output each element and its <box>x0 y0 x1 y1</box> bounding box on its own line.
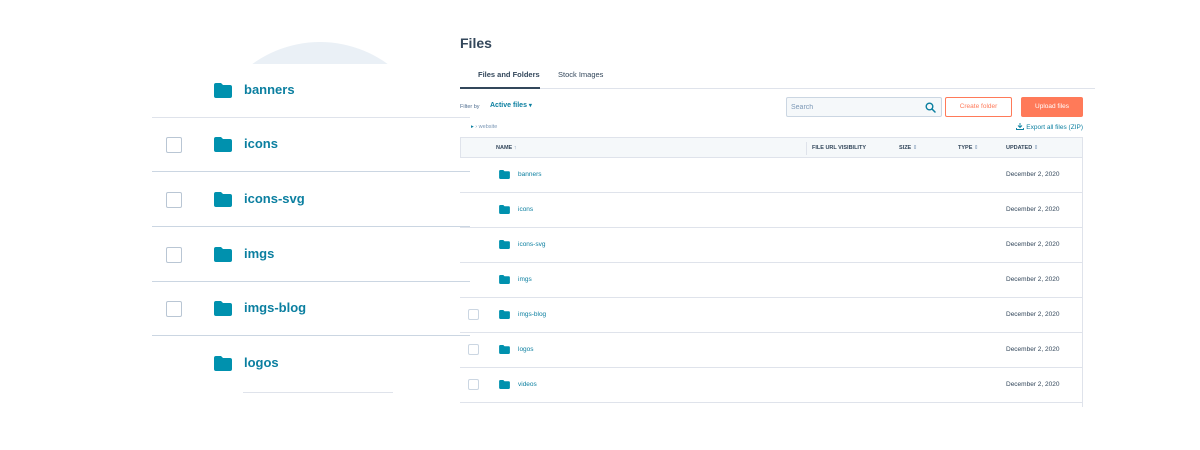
zoom-row[interactable]: logos <box>152 337 470 391</box>
updated-date: December 2, 2020 <box>1006 346 1060 353</box>
updated-date: December 2, 2020 <box>1006 241 1060 248</box>
table-row[interactable]: banners December 2, 2020 <box>460 158 1083 193</box>
folder-icon <box>499 310 510 319</box>
table-border <box>1082 137 1083 407</box>
folder-icon <box>499 170 510 179</box>
filter-label: Filter by <box>460 104 480 110</box>
tab-files-and-folders[interactable]: Files and Folders <box>478 70 540 79</box>
table-row[interactable]: icons December 2, 2020 <box>460 193 1083 228</box>
row-checkbox[interactable] <box>166 301 182 317</box>
updated-date: December 2, 2020 <box>1006 381 1060 388</box>
row-checkbox[interactable] <box>468 379 479 390</box>
caret-down-icon: ▾ <box>528 103 532 109</box>
filter-dropdown[interactable]: Active files ▾ <box>490 102 532 109</box>
search-input[interactable] <box>791 101 919 114</box>
sort-icon: ⇕ <box>973 145 979 151</box>
sort-icon: ⇕ <box>912 145 918 151</box>
breadcrumb-separator: › <box>475 124 478 130</box>
file-manager: Files Files and Folders Stock Images Fil… <box>455 0 1200 450</box>
row-checkbox[interactable] <box>166 137 182 153</box>
breadcrumb-current: website <box>478 124 498 130</box>
active-tab-indicator <box>460 87 540 89</box>
row-checkbox[interactable] <box>166 192 182 208</box>
table-header: NAME ↑ FILE URL VISIBILITY SIZE ⇕ TYPE ⇕… <box>460 137 1083 158</box>
folder-name-link[interactable]: banners <box>518 171 542 178</box>
download-icon <box>1016 123 1025 130</box>
folder-icon <box>499 380 510 389</box>
table-row[interactable]: videos December 2, 2020 <box>460 368 1083 403</box>
create-folder-button[interactable]: Create folder <box>945 97 1012 117</box>
zoom-row[interactable]: icons-svg <box>152 173 470 227</box>
folder-icon <box>214 137 232 152</box>
table-row[interactable]: icons-svg December 2, 2020 <box>460 228 1083 263</box>
folder-icon <box>214 192 232 207</box>
column-divider <box>806 142 807 155</box>
row-checkbox[interactable] <box>468 344 479 355</box>
zoom-folder-name[interactable]: icons-svg <box>244 191 305 206</box>
table-row[interactable]: logos December 2, 2020 <box>460 333 1083 368</box>
folder-icon <box>214 356 232 371</box>
sort-icon: ⇕ <box>1033 145 1039 151</box>
folder-icon <box>499 345 510 354</box>
sort-asc-icon: ↑ <box>513 145 517 151</box>
folder-icon <box>214 247 232 262</box>
zoom-folder-name[interactable]: imgs-blog <box>244 300 306 315</box>
folder-icon <box>214 301 232 316</box>
folder-name-link[interactable]: imgs-blog <box>518 311 546 318</box>
column-header-visibility[interactable]: FILE URL VISIBILITY <box>812 145 866 151</box>
breadcrumb: ▸ › website <box>471 124 497 130</box>
folder-icon <box>499 205 510 214</box>
table-row[interactable]: imgs December 2, 2020 <box>460 263 1083 298</box>
zoom-row[interactable]: icons <box>152 118 470 172</box>
zoom-row[interactable]: imgs <box>152 228 470 282</box>
updated-date: December 2, 2020 <box>1006 311 1060 318</box>
files-table: NAME ↑ FILE URL VISIBILITY SIZE ⇕ TYPE ⇕… <box>460 137 1083 403</box>
column-header-size[interactable]: SIZE ⇕ <box>899 145 917 151</box>
zoom-folder-name[interactable]: banners <box>244 82 295 97</box>
folder-name-link[interactable]: logos <box>518 346 534 353</box>
zoom-divider <box>243 392 393 393</box>
updated-date: December 2, 2020 <box>1006 171 1060 178</box>
zoom-folder-name[interactable]: icons <box>244 136 278 151</box>
zoom-row[interactable]: imgs-blog <box>152 282 470 336</box>
folder-name-link[interactable]: icons <box>518 206 533 213</box>
tab-bar: Files and Folders Stock Images <box>460 62 1095 89</box>
zoom-folder-name[interactable]: imgs <box>244 246 274 261</box>
breadcrumb-home-icon[interactable]: ▸ <box>471 124 474 130</box>
zoom-row[interactable]: banners <box>152 64 470 118</box>
column-header-updated[interactable]: UPDATED ⇕ <box>1006 145 1038 151</box>
table-row[interactable]: imgs-blog December 2, 2020 <box>460 298 1083 333</box>
folder-name-link[interactable]: videos <box>518 381 537 388</box>
zoom-folder-name[interactable]: logos <box>244 355 279 370</box>
column-header-type[interactable]: TYPE ⇕ <box>958 145 979 151</box>
folder-name-link[interactable]: imgs <box>518 276 532 283</box>
search-box[interactable] <box>786 97 942 117</box>
filter-value: Active files <box>490 102 527 109</box>
export-all-files-link[interactable]: Export all files (ZIP) <box>1016 123 1083 131</box>
column-header-name[interactable]: NAME ↑ <box>496 145 516 151</box>
row-checkbox[interactable] <box>468 309 479 320</box>
folder-icon <box>499 275 510 284</box>
updated-date: December 2, 2020 <box>1006 276 1060 283</box>
updated-date: December 2, 2020 <box>1006 206 1060 213</box>
folder-icon <box>499 240 510 249</box>
tab-stock-images[interactable]: Stock Images <box>558 70 603 79</box>
export-label: Export all files (ZIP) <box>1026 124 1083 131</box>
folder-icon <box>214 83 232 98</box>
search-icon[interactable] <box>925 102 936 113</box>
row-checkbox[interactable] <box>166 247 182 263</box>
page-title: Files <box>460 35 492 51</box>
zoom-card: banners icons icons-svg imgs imgs-blog l… <box>152 64 482 394</box>
folder-name-link[interactable]: icons-svg <box>518 241 545 248</box>
zoomed-folder-list: banners icons icons-svg imgs imgs-blog l… <box>0 0 482 450</box>
upload-files-button[interactable]: Upload files <box>1021 97 1083 117</box>
